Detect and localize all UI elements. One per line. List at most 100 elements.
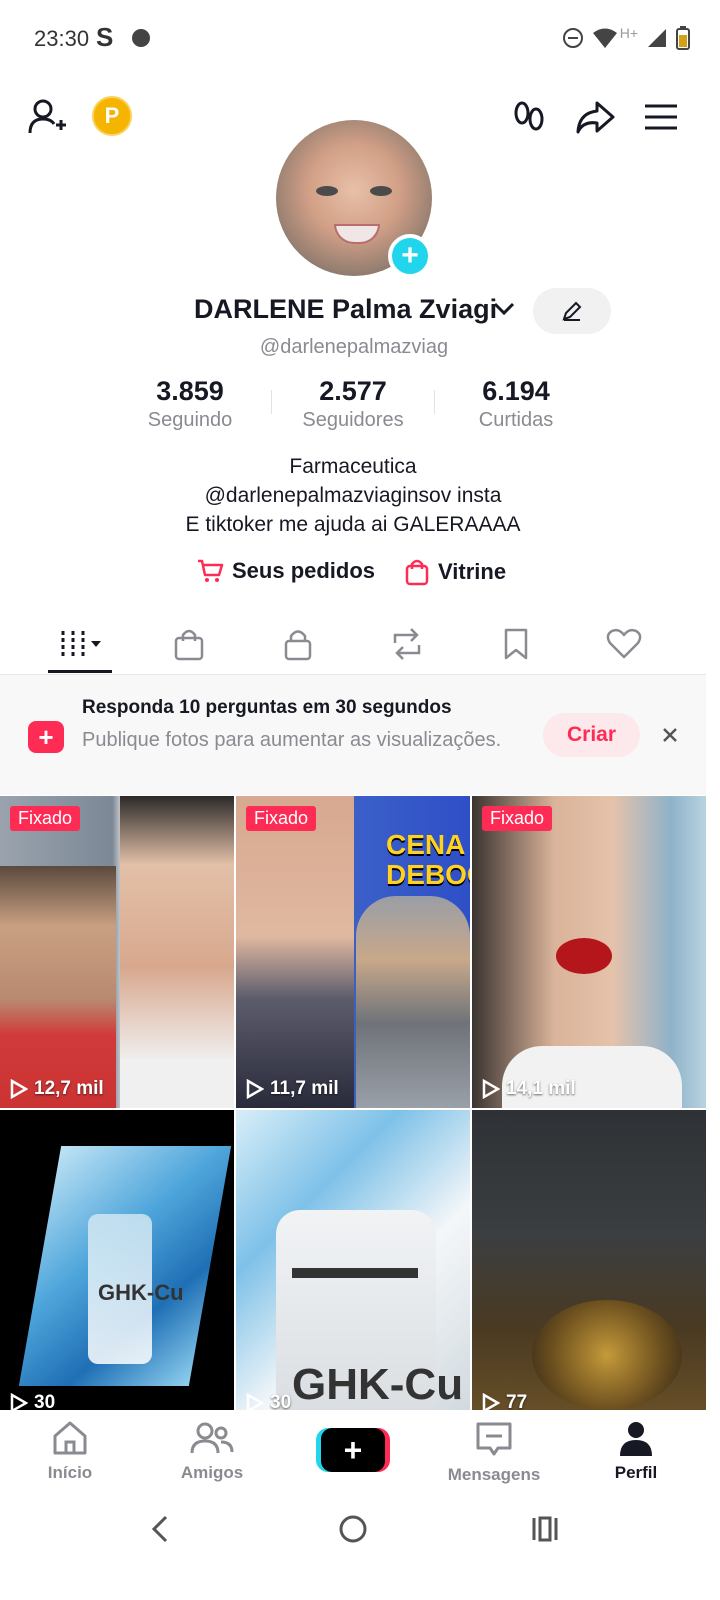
close-icon[interactable]: [656, 721, 684, 749]
home-icon: [53, 1421, 87, 1455]
home-circle-icon[interactable]: [338, 1514, 368, 1544]
divider: [434, 390, 435, 414]
showcase-link[interactable]: Vitrine: [404, 558, 506, 586]
pinned-badge: Fixado: [246, 806, 317, 831]
nav-messages[interactable]: Mensagens: [439, 1420, 549, 1485]
video-overlay-text: GHK-Cu: [98, 1280, 184, 1305]
repost-icon: [393, 628, 421, 660]
view-count-label: 14,1 mil: [506, 1078, 576, 1099]
play-icon: [10, 1079, 28, 1099]
status-bar: 23:30 S H+: [0, 0, 720, 80]
showcase-label: Vitrine: [438, 559, 507, 584]
dnd-icon: [562, 28, 583, 48]
stat-likes[interactable]: 6.194 Curtidas: [441, 376, 591, 432]
profile-handle: @darlenepalmazviag: [259, 336, 449, 358]
plus-icon: +: [321, 1428, 385, 1472]
cart-icon: [198, 559, 224, 582]
profile-links: Seus pedidos Vitrine: [0, 558, 706, 590]
view-count: 11,7 mil: [246, 1078, 339, 1100]
create-post-button[interactable]: +: [316, 1428, 390, 1472]
view-count: 14,1 mil: [482, 1078, 576, 1100]
pinned-badge: Fixado: [482, 806, 553, 831]
divider: [271, 390, 272, 414]
stat-followers[interactable]: 2.577 Seguidores: [278, 376, 428, 432]
video-overlay-text: GHK-Cu: [292, 1360, 464, 1409]
notification-icon: [132, 29, 150, 47]
chevron-down-icon[interactable]: [492, 298, 516, 318]
bio-line: @darlenepalmazviaginsov insta: [204, 484, 502, 507]
profile-name[interactable]: DARLENE Palma Zviagi: [194, 294, 497, 325]
recents-icon[interactable]: [530, 1514, 560, 1544]
profile-icon: [620, 1422, 652, 1456]
stat-value: 2.577: [319, 376, 387, 406]
video-overlay-text: CENA D DEBOCH: [386, 829, 470, 890]
footprints-icon[interactable]: [508, 96, 550, 138]
stat-value: 3.859: [156, 376, 224, 406]
banner-subtitle: Publique fotos para aumentar as visualiz…: [82, 729, 502, 751]
stat-label: Seguindo: [147, 409, 233, 431]
add-story-plus-icon[interactable]: +: [388, 234, 432, 278]
orders-label: Seus pedidos: [232, 558, 376, 583]
stat-label: Curtidas: [478, 409, 554, 431]
video-thumbnail[interactable]: 77: [472, 1110, 706, 1422]
shopping-bag-icon: [405, 559, 429, 586]
network-type: H+: [619, 25, 638, 41]
stat-value: 6.194: [482, 376, 550, 406]
tab-reposts[interactable]: [367, 616, 447, 672]
menu-icon[interactable]: [640, 96, 682, 138]
stat-following[interactable]: 3.859 Seguindo: [115, 376, 265, 432]
add-friend-icon[interactable]: [26, 96, 68, 138]
battery-icon: [676, 26, 690, 50]
edit-profile-button[interactable]: [533, 288, 611, 334]
view-count: 12,7 mil: [10, 1078, 104, 1100]
play-icon: [246, 1079, 264, 1099]
nav-label: Amigos: [180, 1463, 244, 1482]
prompt-banner: + Responda 10 perguntas em 30 segundos P…: [0, 675, 706, 795]
inbox-icon: [476, 1422, 512, 1456]
pinned-badge: Fixado: [10, 806, 81, 831]
tab-saved[interactable]: [476, 616, 556, 672]
coin-badge-icon[interactable]: P: [92, 96, 132, 136]
tab-liked[interactable]: [584, 616, 664, 672]
tab-private[interactable]: [258, 616, 338, 672]
tab-videos[interactable]: [42, 616, 122, 672]
nav-profile[interactable]: Perfil: [581, 1420, 691, 1483]
name-row: DARLENE Palma Zviagi: [0, 294, 720, 334]
video-thumbnail[interactable]: GHK-Cu 30: [0, 1110, 234, 1422]
play-icon: [482, 1079, 500, 1099]
nav-friends[interactable]: Amigos: [157, 1420, 267, 1483]
video-thumbnail[interactable]: Fixado 14,1 mil: [472, 796, 706, 1108]
heart-icon: [606, 628, 642, 659]
nav-label: Perfil: [614, 1463, 658, 1482]
add-post-icon: +: [28, 721, 64, 753]
bookmark-icon: [504, 628, 528, 660]
wifi-icon: [592, 28, 617, 48]
stat-label: Seguidores: [302, 409, 404, 431]
videos-grid-icon: [61, 631, 101, 657]
video-thumbnail[interactable]: Fixado 12,7 mil: [0, 796, 234, 1108]
nav-home[interactable]: Início: [15, 1420, 125, 1483]
back-icon[interactable]: [148, 1514, 172, 1544]
video-thumbnail[interactable]: GHK-Cu 30: [236, 1110, 470, 1422]
banner-title: Responda 10 perguntas em 30 segundos: [82, 697, 452, 718]
share-icon[interactable]: [574, 96, 616, 138]
bottom-nav: Início Amigos + Mensagens Perfil: [0, 1410, 720, 1494]
view-count-label: 11,7 mil: [270, 1078, 339, 1099]
video-thumbnail[interactable]: CENA D DEBOCH Fixado 11,7 mil: [236, 796, 470, 1108]
friends-icon: [190, 1422, 234, 1454]
bio-line: E tiktoker me ajuda ai GALERAAAA: [185, 513, 521, 536]
lock-icon: [284, 630, 312, 661]
create-button[interactable]: Criar: [543, 713, 640, 757]
nav-label: Mensagens: [447, 1465, 541, 1484]
shop-icon: [174, 629, 204, 661]
pencil-icon: [562, 301, 582, 321]
signal-icon: [648, 29, 666, 47]
bio-line: Farmaceutica: [289, 455, 417, 478]
profile-tabs: [0, 616, 706, 675]
orders-link[interactable]: Seus pedidos: [196, 558, 375, 584]
view-count-label: 12,7 mil: [34, 1078, 104, 1099]
tab-shop[interactable]: [149, 616, 229, 672]
nav-label: Início: [47, 1463, 93, 1482]
system-nav-bar: [0, 1494, 720, 1600]
bio: Farmaceutica @darlenepalmazviaginsov ins…: [0, 452, 706, 539]
